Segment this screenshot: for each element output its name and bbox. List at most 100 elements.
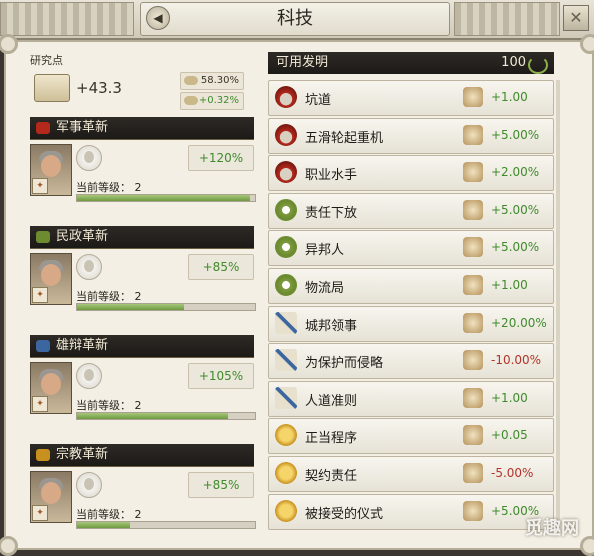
back-button[interactable]: ◀: [146, 6, 170, 30]
corner-ornament: [0, 536, 18, 556]
effect-icon: [463, 162, 483, 183]
avatar[interactable]: ✦: [30, 144, 72, 196]
progress-fill: [77, 195, 250, 201]
research-rate-1: 58.30%: [180, 72, 244, 90]
invention-name: 物流局: [305, 281, 345, 296]
invention-effect: +2.00%: [491, 165, 540, 180]
category-name: 民政革新: [56, 229, 109, 244]
invention-row[interactable]: 五滑轮起重机 +5.00%: [268, 117, 554, 154]
laurel-icon: [275, 274, 297, 296]
category-header[interactable]: 雄辩革新: [30, 335, 254, 358]
effect-icon: [463, 387, 483, 408]
level-value: 2: [134, 290, 142, 303]
invention-name: 异邦人: [305, 243, 345, 259]
avatar[interactable]: ✦: [30, 253, 72, 305]
frieze-decoration-left: [0, 2, 134, 36]
level-label-text: 当前等级：: [76, 290, 131, 303]
trait-badge-icon: ✦: [32, 396, 48, 412]
watermark: 觅趣网: [525, 518, 579, 539]
category-bonus: +120%: [188, 145, 254, 171]
level-value: 2: [134, 399, 142, 412]
progress-bar: [76, 521, 256, 529]
level-label-text: 当前等级：: [76, 508, 131, 521]
invention-row[interactable]: 为保护而侵略 -10.00%: [268, 343, 554, 380]
effect-icon: [463, 199, 483, 220]
close-button[interactable]: ✕: [563, 5, 589, 31]
statesman-slot-icon[interactable]: [76, 363, 102, 389]
invention-name: 正当程序: [305, 431, 358, 447]
level-value: 2: [134, 181, 142, 194]
category-level-label: 当前等级： 2: [76, 506, 142, 522]
scrollbar[interactable]: [556, 80, 560, 532]
level-label-text: 当前等级：: [76, 399, 131, 412]
avatar[interactable]: ✦: [30, 471, 72, 523]
effect-icon: [463, 425, 483, 446]
quill-icon: [275, 386, 297, 409]
invention-row[interactable]: 责任下放 +5.00%: [268, 192, 554, 229]
invention-row[interactable]: 职业水手 +2.00%: [268, 155, 554, 192]
invention-effect: +5.00%: [491, 127, 540, 142]
helmet-icon: [36, 122, 50, 134]
laurel-icon: [528, 56, 548, 74]
category-bonus: +85%: [188, 472, 254, 498]
invention-name: 城邦领事: [305, 318, 358, 334]
invention-name: 人道准则: [305, 393, 358, 409]
invention-row[interactable]: 物流局 +1.00: [268, 268, 554, 304]
category-bonus: +105%: [188, 363, 254, 389]
progress-bar: [76, 194, 256, 202]
level-label-text: 当前等级：: [76, 181, 131, 194]
invention-effect: -10.00%: [491, 353, 542, 368]
level-value: 2: [134, 508, 142, 521]
progress-fill: [77, 522, 131, 528]
category-header[interactable]: 民政革新: [30, 226, 254, 249]
category-bonus: +85%: [188, 254, 254, 280]
quill-icon: [275, 349, 297, 372]
scroll-icon: [34, 74, 70, 102]
category-name: 军事革新: [56, 120, 109, 135]
effect-icon: [463, 87, 483, 107]
invention-effect: -5.00%: [491, 466, 534, 480]
invention-name: 被接受的仪式: [305, 506, 384, 522]
invention-row[interactable]: 异邦人 +5.00%: [268, 230, 554, 267]
effect-icon: [463, 350, 483, 371]
arrow-left-icon: ◀: [153, 11, 163, 25]
invention-row[interactable]: 被接受的仪式 +5.00%: [268, 493, 554, 530]
statesman-slot-icon[interactable]: [76, 472, 102, 498]
helmet-icon: [275, 86, 297, 108]
avatar[interactable]: ✦: [30, 362, 72, 414]
category-level-label: 当前等级： 2: [76, 179, 142, 195]
window-title: 科技: [140, 2, 450, 36]
invention-effect: +1.00: [491, 390, 528, 405]
statesman-slot-icon[interactable]: [76, 254, 102, 280]
effect-icon: [463, 275, 483, 295]
progress-bar: [76, 412, 256, 420]
corner-ornament: [580, 34, 594, 54]
effect-icon: [463, 124, 483, 145]
research-rate-value: +0.32%: [198, 95, 239, 106]
category-level-label: 当前等级： 2: [76, 397, 142, 413]
statesman-slot-icon[interactable]: [76, 145, 102, 171]
avatar-face: [41, 155, 61, 177]
effect-icon: [463, 237, 483, 258]
invention-row[interactable]: 契约责任 -5.00%: [268, 456, 554, 492]
category-name: 宗教革新: [56, 447, 109, 462]
invention-name: 坑道: [305, 93, 332, 108]
category-header[interactable]: 宗教革新: [30, 444, 254, 467]
effect-icon: [463, 312, 483, 333]
invention-effect: +0.05: [491, 428, 528, 443]
invention-name: 五滑轮起重机: [305, 130, 384, 146]
category-header[interactable]: 军事革新: [30, 117, 254, 140]
helmet-icon: [275, 123, 297, 146]
category-level-label: 当前等级： 2: [76, 288, 142, 304]
corner-ornament: [0, 34, 18, 54]
research-rate-value: 58.30%: [200, 75, 239, 86]
invention-row[interactable]: 正当程序 +0.05: [268, 418, 554, 455]
laurel-icon: [36, 231, 50, 243]
invention-row[interactable]: 人道准则 +1.00: [268, 380, 554, 417]
progress-fill: [77, 413, 229, 419]
invention-row[interactable]: 坑道 +1.00: [268, 80, 554, 116]
quill-icon: [275, 311, 297, 334]
invention-row[interactable]: 城邦领事 +20.00%: [268, 305, 554, 342]
close-icon: ✕: [569, 8, 583, 27]
invention-effect: +1.00: [491, 90, 528, 104]
